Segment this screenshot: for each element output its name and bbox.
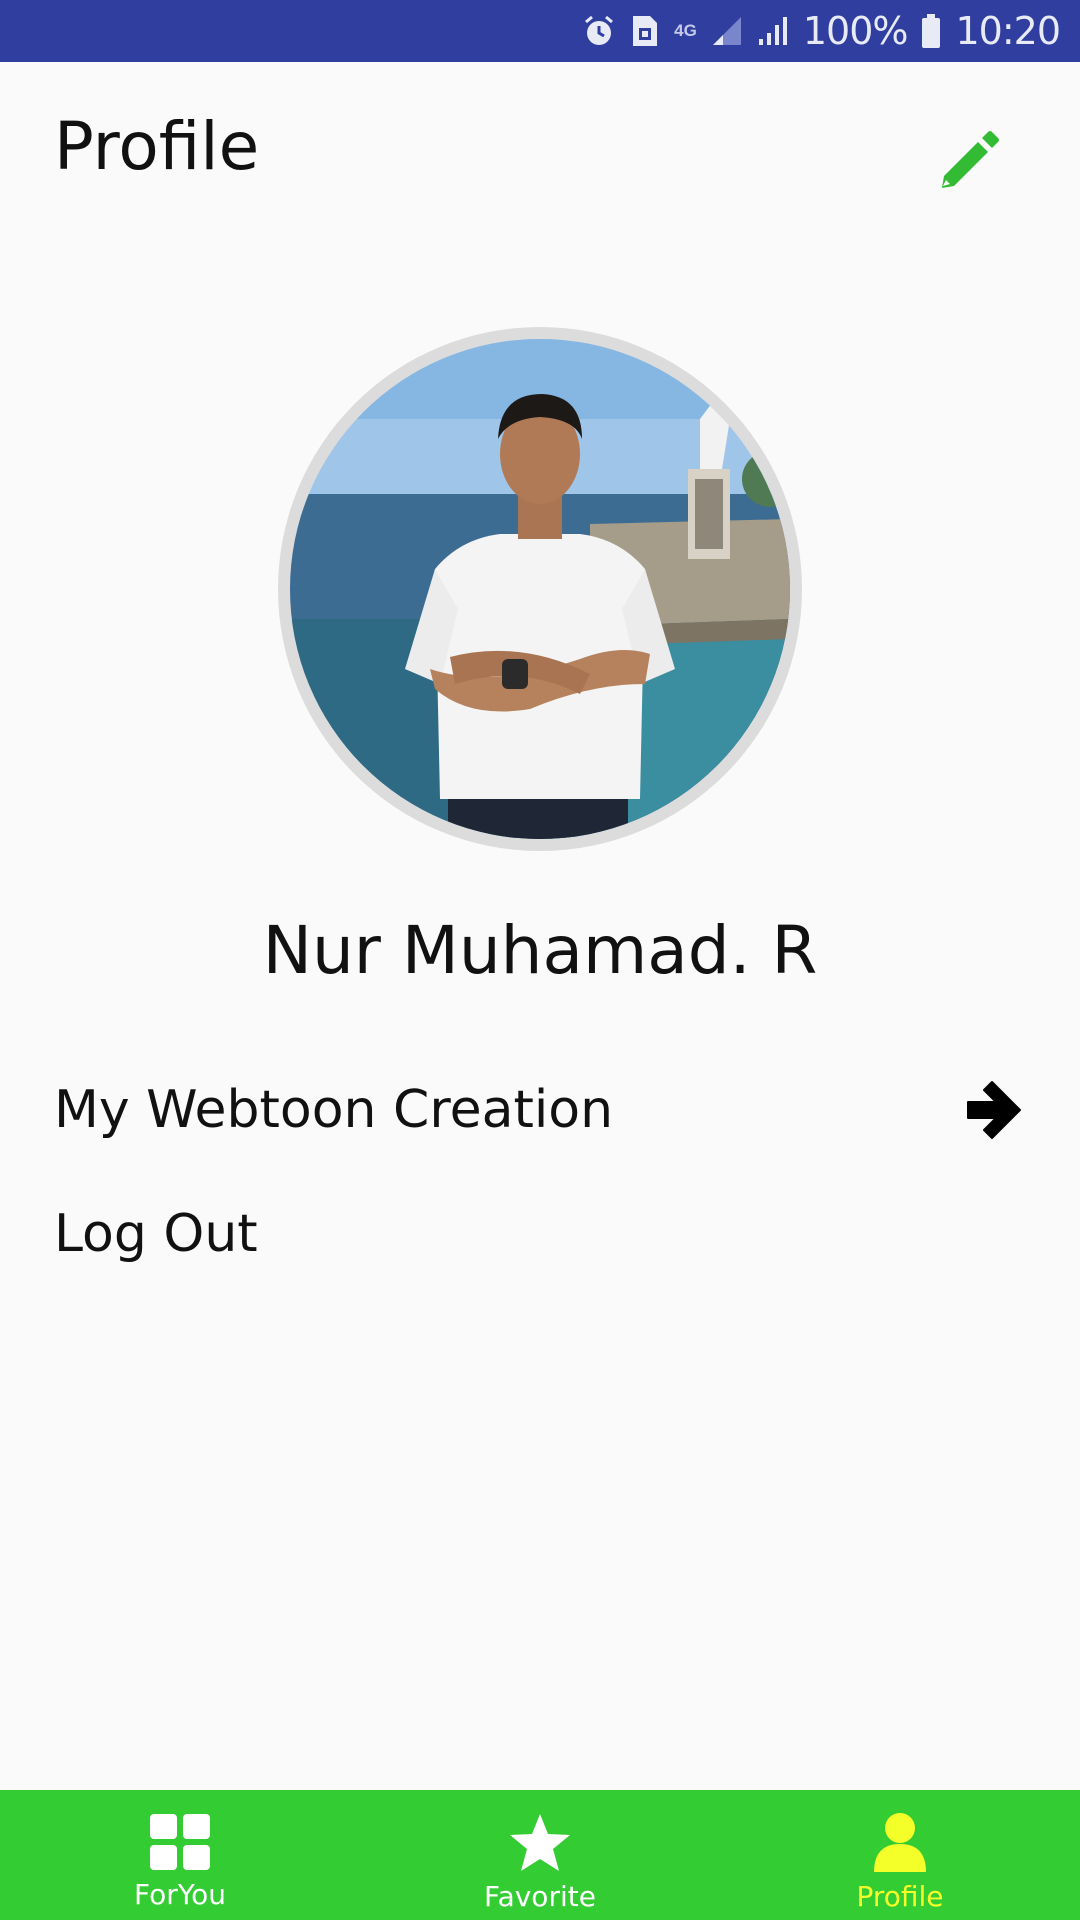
profile-name: Nur Muhamad. R bbox=[262, 912, 818, 989]
signal-icon bbox=[711, 15, 743, 47]
battery-percent: 100% bbox=[802, 9, 909, 53]
page-title: Profile bbox=[54, 108, 260, 185]
star-icon bbox=[510, 1814, 570, 1871]
profile-photo bbox=[290, 339, 790, 839]
edit-profile-button[interactable] bbox=[928, 118, 1008, 198]
clock: 10:20 bbox=[955, 9, 1061, 53]
battery-icon bbox=[921, 14, 941, 48]
network-4g-icon: 4G bbox=[674, 21, 697, 40]
person-icon bbox=[874, 1813, 926, 1872]
alarm-icon bbox=[582, 14, 616, 48]
nav-item-profile[interactable]: Profile bbox=[720, 1790, 1080, 1920]
status-bar: 4G 100% 10:20 bbox=[0, 0, 1080, 62]
nav-label: Profile bbox=[856, 1880, 944, 1913]
nav-label: ForYou bbox=[133, 1878, 226, 1911]
signal-icon-2 bbox=[757, 15, 789, 47]
network-type-label: 4G bbox=[674, 21, 697, 40]
menu-item-label: My Webtoon Creation bbox=[54, 1080, 614, 1140]
my-webtoon-creation-item[interactable]: My Webtoon Creation bbox=[54, 1060, 1026, 1160]
pencil-icon bbox=[942, 131, 999, 188]
avatar[interactable] bbox=[278, 327, 802, 851]
bottom-nav: ForYou Favorite Profile bbox=[0, 1790, 1080, 1920]
nav-item-favorite[interactable]: Favorite bbox=[360, 1790, 720, 1920]
sim-card-icon bbox=[630, 14, 660, 48]
arrow-right-icon bbox=[967, 1081, 1021, 1139]
log-out-item[interactable]: Log Out bbox=[54, 1184, 1026, 1284]
grid-icon bbox=[150, 1814, 210, 1870]
nav-item-foryou[interactable]: ForYou bbox=[0, 1790, 360, 1920]
nav-label: Favorite bbox=[484, 1880, 596, 1913]
menu-item-label: Log Out bbox=[54, 1204, 258, 1264]
